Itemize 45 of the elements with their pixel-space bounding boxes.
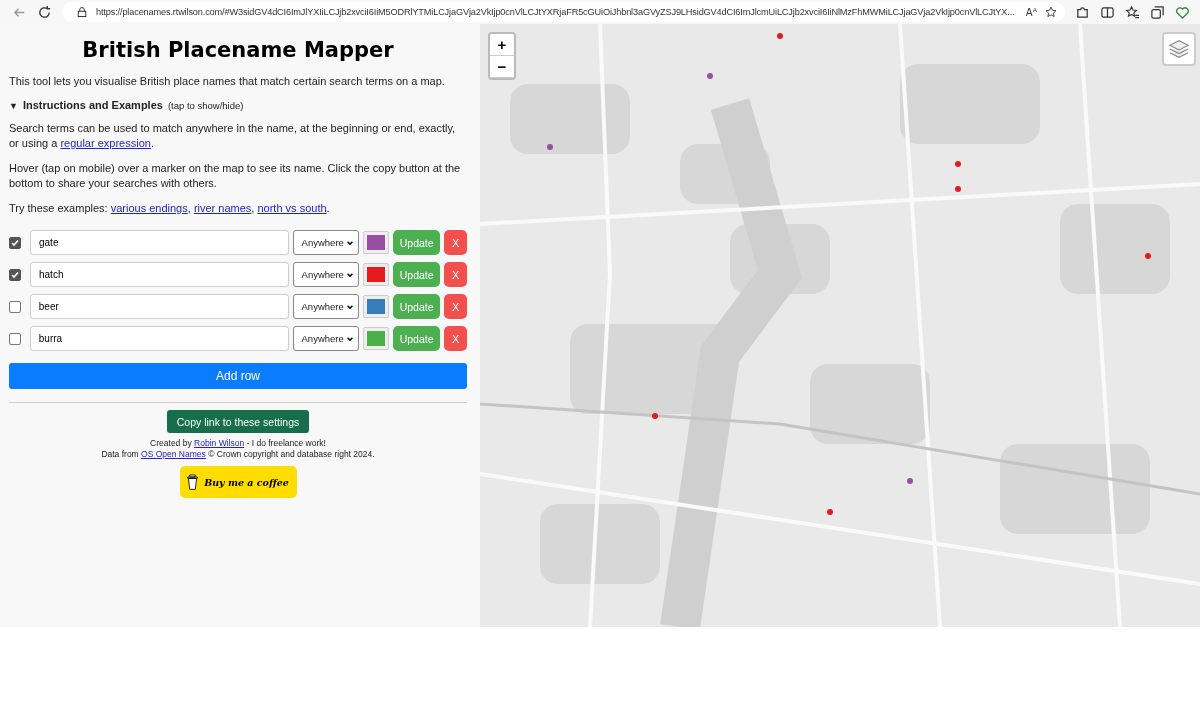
search-term-field[interactable]: burra	[29, 326, 289, 351]
heart-icon[interactable]	[1175, 4, 1190, 20]
instructions-paragraph: Search terms can be used to match anywhere in the name, at the beginning or end, exactly, or using a regular expression.	[9, 121, 457, 151]
url-text: https://placenames.rtwilson.com/#W3sidGV4dCI6ImJlYXIiLCJjb2xvciI6IiM5ODRlYTMiLCJjaGVja2VkIjp0cnVlLCJtYXRjaFR5cGUiOiJhbnl3aGVyZSJ9LHsidGV4dCI6ImJlcmUiLCJjb2xvciI6IiNlMzFhMWMiLCJjaGVja2VkIjp0cnVlLCJtYX...	[96, 7, 1016, 17]
collections-icon[interactable]	[1150, 4, 1165, 20]
match-mode-dropdown[interactable]: Anywhere	[292, 326, 360, 351]
link[interactable]: north vs south	[257, 202, 327, 214]
link[interactable]: Robin Wilson	[194, 438, 245, 448]
split-screen-icon[interactable]	[1100, 4, 1115, 20]
refresh-icon[interactable]	[37, 4, 52, 20]
zoom-out-button[interactable]: −	[490, 56, 514, 78]
checkbox[interactable]	[9, 236, 21, 249]
instructions-paragraph: Try these examples: various endings, river names, north vs south.	[9, 201, 331, 216]
link[interactable]: OS Open Names	[141, 449, 206, 459]
checkbox[interactable]	[9, 300, 21, 313]
match-mode-dropdown[interactable]: Anywhere	[292, 294, 360, 319]
checkbox[interactable]	[9, 332, 21, 345]
page-title: British Placename Mapper	[81, 38, 395, 62]
disclosure-triangle-icon[interactable]: ▼	[9, 101, 18, 111]
lock-icon	[76, 6, 88, 18]
match-mode-dropdown[interactable]: Anywhere	[292, 262, 360, 287]
buy-me-a-coffee-button[interactable]: Buy me a coffee	[179, 466, 297, 498]
instructions-paragraph: Hover (tap on mobile) over a marker on the map to see its name. Click the copy button at the bottom to share your searches with others.	[9, 161, 462, 191]
copy-link-button[interactable]: Copy link to these settings	[166, 410, 310, 433]
cup-icon	[187, 473, 199, 491]
search-term-field[interactable]: gate	[30, 230, 289, 255]
star-icon[interactable]	[1045, 6, 1057, 18]
layers-icon	[1167, 37, 1191, 61]
read-aloud-icon[interactable]: Aᴬ	[1025, 6, 1037, 18]
link[interactable]: various endings	[110, 202, 188, 214]
instructions-toggle[interactable]: Instructions and Examples	[22, 99, 163, 111]
zoom-in-button[interactable]: +	[490, 34, 514, 56]
credit-text: Data from OS Open Names © Crown copyright and database right 2024.	[101, 449, 375, 460]
layers-button[interactable]	[1162, 32, 1196, 66]
favorites-icon[interactable]	[1125, 4, 1140, 20]
toggle-hint: (tap to show/hide)	[167, 100, 244, 111]
search-term-field[interactable]: beer	[29, 294, 289, 319]
credit-text: Created by Robin Wilson - I do freelance work!	[150, 438, 326, 449]
link[interactable]: regular expression	[60, 137, 151, 149]
checkbox[interactable]	[9, 268, 21, 281]
match-mode-dropdown[interactable]: Anywhere	[292, 230, 360, 255]
intro-text: This tool lets you visualise British place names that match certain search terms on a map.	[9, 74, 446, 89]
add-row-button[interactable]: Add row	[9, 363, 467, 389]
search-term-field[interactable]: hatch	[30, 262, 289, 287]
address-bar[interactable]	[62, 2, 1065, 22]
